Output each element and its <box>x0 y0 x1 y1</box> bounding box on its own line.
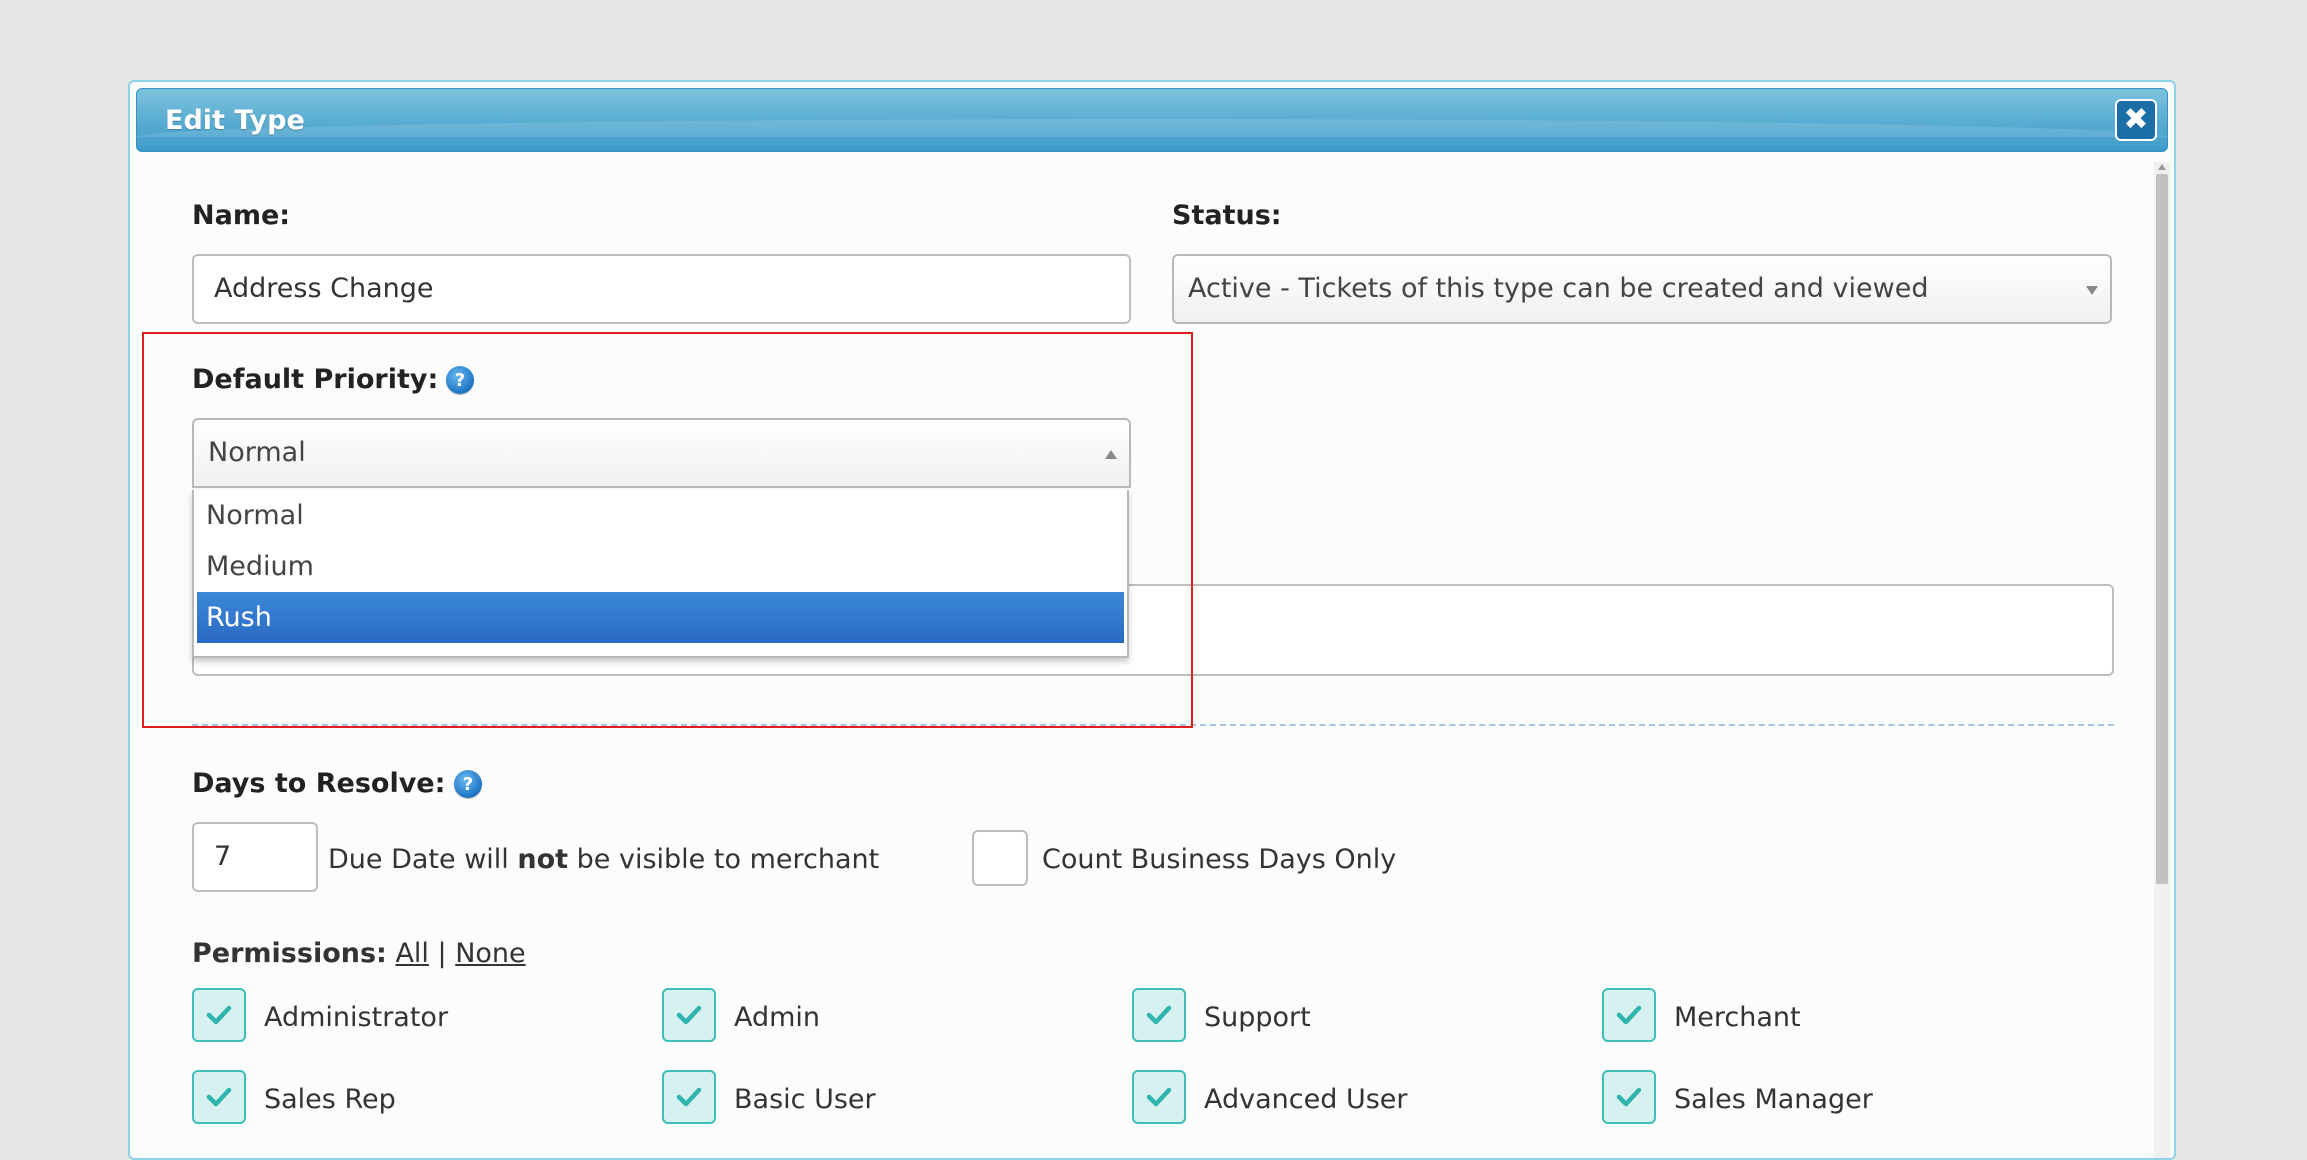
close-icon: ✖ <box>2123 102 2149 137</box>
permission-label-sales-manager: Sales Manager <box>1674 1084 1873 1115</box>
days-input[interactable]: 7 <box>192 822 318 892</box>
permission-label-basic-user: Basic User <box>734 1084 876 1115</box>
check-icon <box>1616 1087 1642 1107</box>
check-icon <box>1616 1005 1642 1025</box>
dialog-scrollbar[interactable] <box>2154 162 2170 1158</box>
business-days-checkbox[interactable] <box>972 830 1028 886</box>
permission-checkbox-advanced-user[interactable] <box>1132 1070 1186 1124</box>
dialog-title: Edit Type <box>165 105 305 136</box>
permission-label-support: Support <box>1204 1002 1311 1033</box>
business-days-label: Count Business Days Only <box>1042 844 1397 875</box>
check-icon <box>1146 1087 1172 1107</box>
close-button[interactable]: ✖ <box>2115 99 2157 141</box>
name-input[interactable]: Address Change <box>192 254 1131 324</box>
check-icon <box>676 1087 702 1107</box>
chevron-down-icon <box>2086 286 2098 295</box>
check-icon <box>206 1005 232 1025</box>
permission-checkbox-basic-user[interactable] <box>662 1070 716 1124</box>
permission-label-admin: Admin <box>734 1002 821 1033</box>
permission-checkbox-administrator[interactable] <box>192 988 246 1042</box>
permissions-row: Permissions: All | None <box>192 938 526 969</box>
check-icon <box>1146 1005 1172 1025</box>
permissions-none-link[interactable]: None <box>455 938 525 969</box>
dialog-titlebar[interactable]: Edit Type ✖ <box>136 88 2168 152</box>
edit-type-dialog: Edit Type ✖ Name: Address Change Status:… <box>128 80 2176 1160</box>
permission-checkbox-sales-rep[interactable] <box>192 1070 246 1124</box>
permissions-separator: | <box>437 938 447 969</box>
status-label: Status: <box>1172 200 1282 231</box>
status-select[interactable]: Active - Tickets of this type can be cre… <box>1172 254 2112 324</box>
days-to-resolve-label: Days to Resolve: <box>192 768 446 799</box>
status-select-value: Active - Tickets of this type can be cre… <box>1188 273 1929 304</box>
check-icon <box>206 1087 232 1107</box>
due-date-note-bold: not <box>517 844 569 875</box>
highlight-box <box>142 332 1193 728</box>
titlebar-wave-decoration <box>137 119 2167 137</box>
permissions-label: Permissions: <box>192 938 387 969</box>
permission-checkbox-support[interactable] <box>1132 988 1186 1042</box>
permission-checkbox-merchant[interactable] <box>1602 988 1656 1042</box>
name-label: Name: <box>192 200 291 231</box>
scroll-up-arrow-icon[interactable] <box>2158 164 2166 170</box>
permission-checkbox-sales-manager[interactable] <box>1602 1070 1656 1124</box>
permission-label-advanced-user: Advanced User <box>1204 1084 1408 1115</box>
days-help-icon[interactable]: ? <box>454 770 482 798</box>
permission-label-sales-rep: Sales Rep <box>264 1084 396 1115</box>
permission-label-administrator: Administrator <box>264 1002 449 1033</box>
due-date-note-pre: Due Date will <box>328 844 518 875</box>
permission-label-merchant: Merchant <box>1674 1002 1801 1033</box>
due-date-note: Due Date will not be visible to merchant <box>328 844 879 875</box>
permission-checkbox-admin[interactable] <box>662 988 716 1042</box>
check-icon <box>676 1005 702 1025</box>
scrollbar-thumb[interactable] <box>2156 174 2168 884</box>
due-date-note-post: be visible to merchant <box>568 844 880 875</box>
permissions-all-link[interactable]: All <box>395 938 428 969</box>
